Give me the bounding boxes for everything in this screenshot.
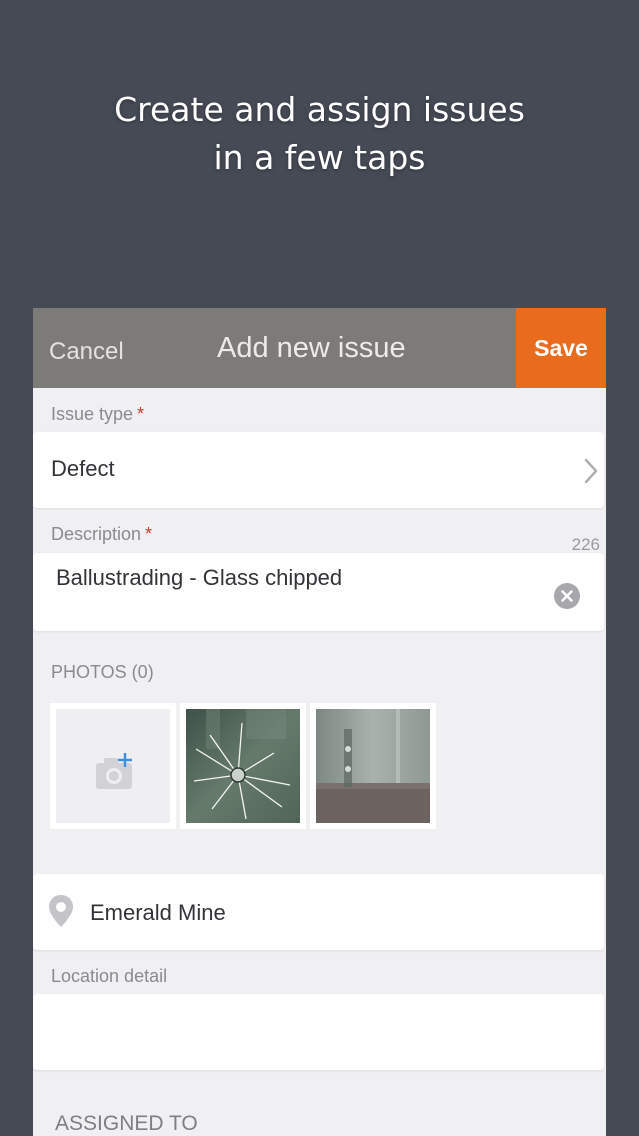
promo-headline: Create and assign issues in a few taps [0, 86, 639, 182]
issue-type-selector[interactable]: Defect [33, 432, 604, 508]
description-label-text: Description [51, 524, 142, 544]
photos-label: PHOTOS (0) [51, 662, 154, 682]
description-field[interactable]: Ballustrading - Glass chipped [33, 553, 604, 631]
required-marker: * [137, 404, 145, 424]
page-title: Add new issue [217, 332, 406, 364]
add-photo-button[interactable] [50, 703, 176, 829]
location-detail-field[interactable] [33, 994, 604, 1070]
location-value: Emerald Mine [90, 900, 226, 925]
location-detail-label: Location detail [51, 966, 168, 986]
required-marker: * [145, 524, 153, 544]
chevron-right-icon [584, 458, 598, 484]
cancel-button[interactable]: Cancel [49, 338, 124, 366]
location-pin-icon [49, 895, 73, 927]
clear-description-button[interactable] [554, 583, 580, 609]
character-counter: 226 [571, 535, 600, 554]
assigned-to-heading: ASSIGNED TO [55, 1112, 198, 1135]
app-screen: Cancel Add new issue Save Issue type * De… [33, 308, 606, 1136]
navigation-bar: Cancel Add new issue Save [33, 308, 606, 388]
photo-thumbnail-cracked-glass[interactable] [180, 703, 306, 829]
glass-balustrade-photo [316, 709, 430, 823]
promo-line-1: Create and assign issues [114, 90, 525, 129]
photo-thumbnail-glass-balustrade[interactable] [310, 703, 436, 829]
add-camera-icon [96, 753, 132, 789]
promo-line-2: in a few taps [213, 138, 426, 177]
issue-type-value: Defect [51, 456, 115, 481]
cracked-glass-photo [186, 709, 300, 823]
description-value: Ballustrading - Glass chipped [56, 565, 343, 590]
location-selector[interactable]: Emerald Mine [33, 874, 604, 950]
issue-type-label: Issue type * [51, 404, 144, 425]
save-button[interactable]: Save [516, 308, 606, 388]
issue-type-label-text: Issue type [51, 404, 134, 424]
description-label: Description * [51, 524, 152, 545]
close-icon [561, 590, 573, 602]
